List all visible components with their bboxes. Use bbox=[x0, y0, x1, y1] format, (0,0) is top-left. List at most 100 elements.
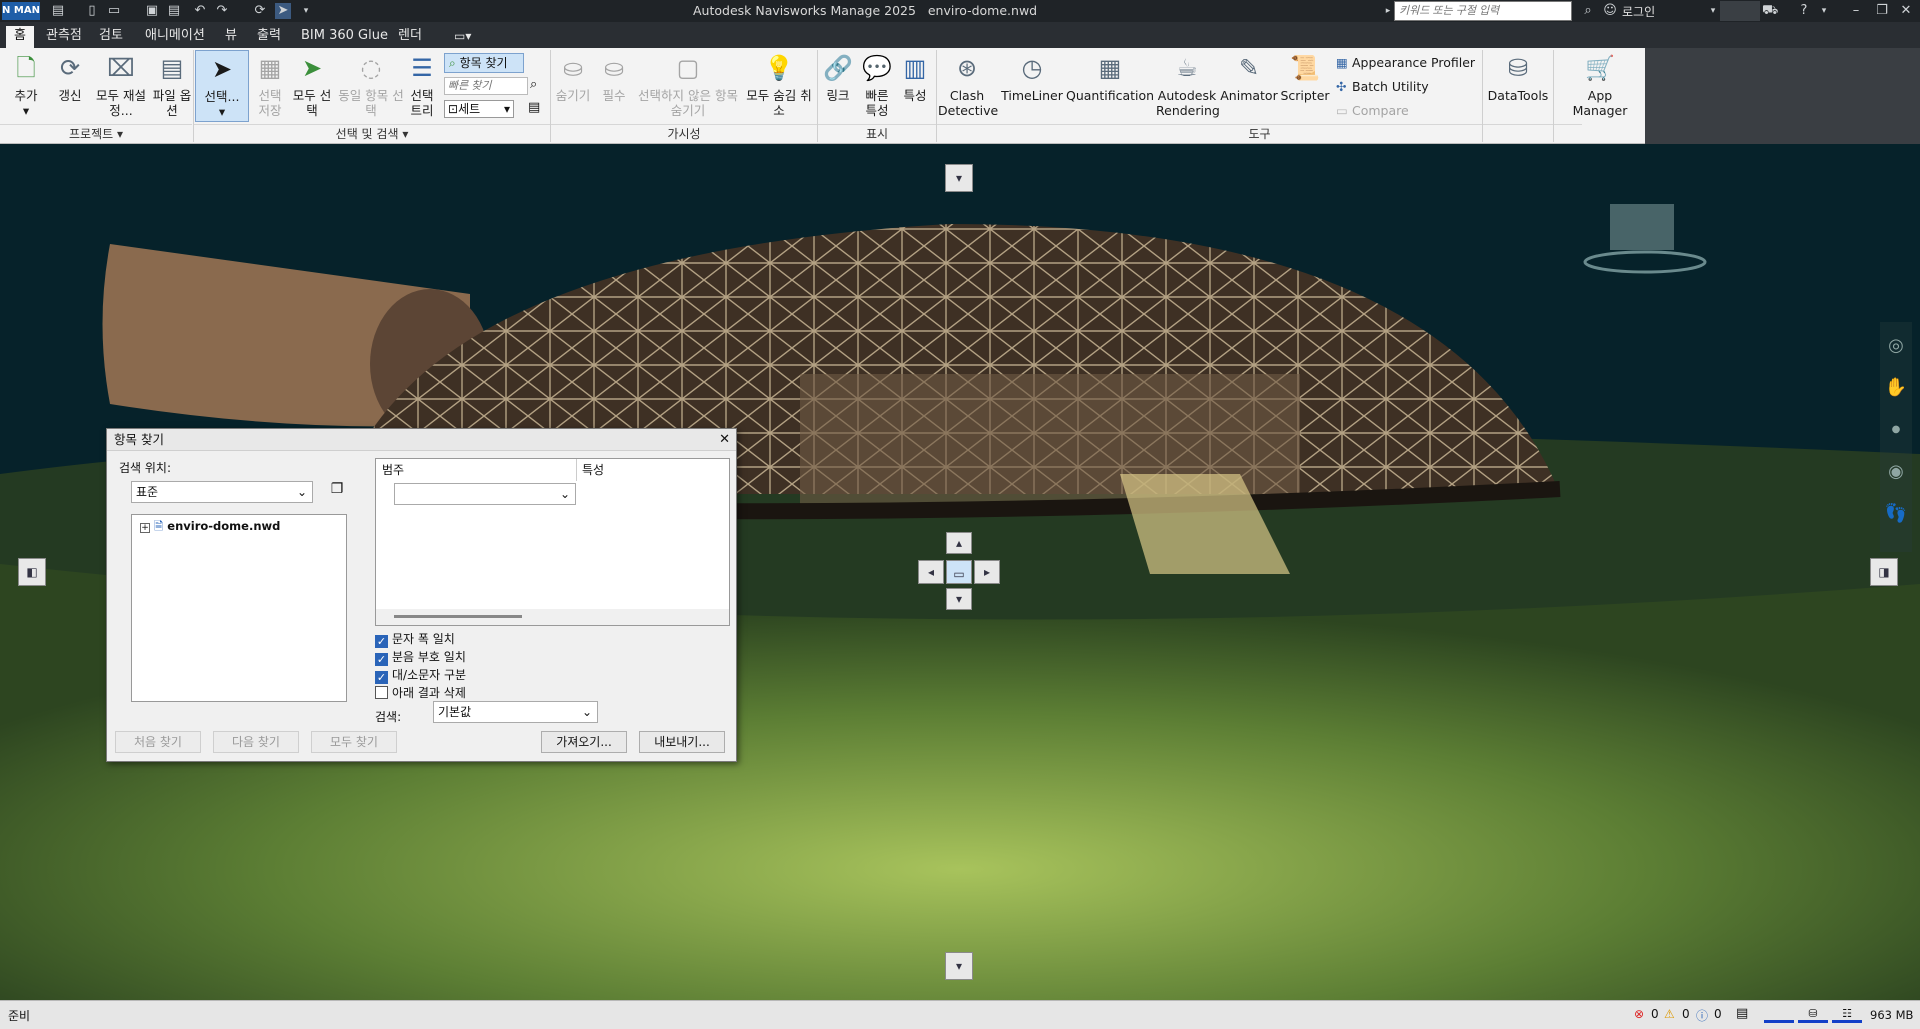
open-file-icon[interactable]: ▭ bbox=[106, 3, 122, 19]
import-button[interactable]: 가져오기... bbox=[541, 731, 627, 753]
find-all-button[interactable]: 모두 찾기 bbox=[311, 731, 397, 753]
help-search-input[interactable] bbox=[1394, 1, 1572, 21]
match-diacritics-checkbox[interactable]: ✓ 분음 부호 일치 bbox=[375, 649, 466, 666]
wheel-center[interactable]: ▭ bbox=[946, 560, 972, 584]
tab-bim360[interactable]: BIM 360 Glue bbox=[293, 26, 396, 48]
info-center-icon[interactable]: ▤ bbox=[50, 3, 66, 19]
wheel-down[interactable]: ▾ bbox=[946, 588, 972, 610]
binoculars-icon[interactable]: ⌕ bbox=[1580, 3, 1596, 19]
save-icon[interactable]: ▣ bbox=[144, 3, 160, 19]
chevron-down-icon[interactable]: ▾ bbox=[298, 3, 314, 19]
nav-down-arrow[interactable]: ▾ bbox=[945, 952, 973, 980]
minimize-icon[interactable]: – bbox=[1848, 3, 1864, 19]
nav-left-arrow[interactable]: ◧ bbox=[18, 558, 46, 586]
grid-scrollbar[interactable] bbox=[376, 609, 729, 625]
selection-tree-button[interactable]: ☰ 선택 트리 bbox=[408, 52, 436, 118]
appearance-profiler-button[interactable]: ▦ Appearance Profiler bbox=[1336, 54, 1475, 72]
sheet-browser-icon[interactable]: ▤ bbox=[1736, 1006, 1748, 1021]
pan-icon[interactable]: ✋ bbox=[1882, 374, 1910, 402]
category-dropdown[interactable]: ⌄ bbox=[394, 483, 576, 505]
export-button[interactable]: 내보내기... bbox=[639, 731, 725, 753]
quick-find-input[interactable] bbox=[444, 77, 528, 95]
sets-dropdown[interactable]: ⊡세트 ▾ bbox=[444, 100, 514, 118]
location-tree[interactable]: + 🗎 enviro-dome.nwd bbox=[131, 514, 347, 702]
refresh-icon[interactable]: ⟳ bbox=[252, 3, 268, 19]
redo-icon[interactable]: ↷ bbox=[214, 3, 230, 19]
restore-icon[interactable]: ❐ bbox=[1874, 3, 1890, 19]
location-select[interactable]: 표준 ⌄ bbox=[131, 481, 313, 503]
compare-button[interactable]: ▭ Compare bbox=[1336, 102, 1409, 120]
walk-icon[interactable]: 👣 bbox=[1882, 500, 1910, 528]
unhide-all-button[interactable]: 💡 모두 숨김 취소 bbox=[744, 52, 814, 118]
print-icon[interactable]: ▤ bbox=[166, 3, 182, 19]
select-cursor-icon[interactable]: ➤ bbox=[275, 3, 291, 19]
search-mode-select[interactable]: 기본값 ⌄ bbox=[433, 701, 598, 723]
find-first-button[interactable]: 처음 찾기 bbox=[115, 731, 201, 753]
orbit-icon[interactable]: ◉ bbox=[1882, 458, 1910, 486]
batch-utility-button[interactable]: ✣ Batch Utility bbox=[1336, 78, 1429, 96]
hide-button[interactable]: ⛀ 숨기기 bbox=[553, 52, 593, 103]
chevron-down-icon[interactable]: ▾ bbox=[1816, 3, 1832, 19]
chevron-down-icon[interactable]: ▾ bbox=[1705, 3, 1721, 19]
save-selection-button[interactable]: ▦ 선택 저장 bbox=[252, 52, 288, 118]
tab-review[interactable]: 검토 bbox=[91, 26, 131, 48]
help-icon[interactable]: ? bbox=[1796, 3, 1812, 19]
quick-find-icon[interactable]: ⌕ bbox=[530, 77, 537, 92]
location-options-icon[interactable]: ❐ bbox=[327, 481, 347, 501]
links-button[interactable]: 🔗 링크 bbox=[820, 52, 856, 103]
user-icon[interactable]: ☺ bbox=[1602, 3, 1618, 19]
scripter-button[interactable]: 📜 Scripter bbox=[1280, 52, 1330, 103]
login-link[interactable]: 로그인 bbox=[1622, 3, 1655, 20]
refresh-button[interactable]: ⟳ 갱신 bbox=[50, 52, 90, 103]
warning-icon[interactable]: ⚠ bbox=[1664, 1007, 1675, 1021]
nav-right-arrow[interactable]: ◨ bbox=[1870, 558, 1898, 586]
camera-dropdown-icon[interactable]: ▭▾ bbox=[446, 26, 479, 48]
select-button[interactable]: ➤ 선택... ▾ bbox=[195, 50, 249, 122]
tab-output[interactable]: 출력 bbox=[249, 26, 289, 48]
app-badge[interactable]: N MAN bbox=[2, 2, 40, 20]
properties-button[interactable]: ▥ 특성 bbox=[898, 52, 932, 103]
file-options-button[interactable]: ▤ 파일 옵션 bbox=[152, 52, 192, 118]
autodesk-rendering-button[interactable]: ☕ Autodesk Rendering bbox=[1156, 52, 1220, 118]
quick-properties-button[interactable]: 💬 빠른 특성 bbox=[858, 52, 896, 118]
match-case-checkbox[interactable]: ✓ 대/소문자 구분 bbox=[375, 667, 466, 684]
datatools-button[interactable]: ⛁ DataTools bbox=[1486, 52, 1550, 103]
tab-home[interactable]: 홈 bbox=[6, 26, 34, 48]
find-next-button[interactable]: 다음 찾기 bbox=[213, 731, 299, 753]
criteria-grid[interactable]: 범주 특성 ⌄ bbox=[375, 458, 730, 626]
new-file-icon[interactable]: ▯ bbox=[84, 3, 100, 19]
steering-wheel-icon[interactable]: ◎ bbox=[1882, 332, 1910, 360]
undo-icon[interactable]: ↶ bbox=[192, 3, 208, 19]
clash-detective-button[interactable]: ⊛ Clash Detective bbox=[938, 52, 998, 118]
wheel-up[interactable]: ▴ bbox=[946, 532, 972, 554]
quantification-button[interactable]: ▦ Quantification bbox=[1066, 52, 1154, 103]
timeliner-button[interactable]: ◷ TimeLiner bbox=[1000, 52, 1064, 103]
close-icon[interactable]: ✕ bbox=[1898, 3, 1914, 19]
animator-button[interactable]: ✎ Animator bbox=[1220, 52, 1278, 103]
require-button[interactable]: ⛀ 필수 bbox=[596, 52, 632, 103]
append-button[interactable]: 🗋 추가 ▾ bbox=[6, 52, 46, 118]
reset-all-button[interactable]: ⌧ 모두 재설정... bbox=[94, 52, 148, 118]
wheel-left[interactable]: ◂ bbox=[918, 560, 944, 584]
tab-animation[interactable]: 애니메이션 bbox=[137, 26, 213, 48]
tab-view[interactable]: 뷰 bbox=[217, 26, 245, 48]
panel-select-label[interactable]: 선택 및 검색 ▾ bbox=[194, 124, 550, 142]
tab-render[interactable]: 렌더 bbox=[390, 26, 430, 48]
prune-below-checkbox[interactable]: 아래 결과 삭제 bbox=[375, 685, 466, 701]
manage-sets-icon[interactable]: ▤ bbox=[528, 100, 540, 115]
navigation-wheel[interactable]: ▴ ◂ ▭ ▸ ▾ bbox=[918, 532, 1002, 616]
tab-viewpoint[interactable]: 관측점 bbox=[38, 26, 90, 48]
info-icon[interactable]: ⓘ bbox=[1696, 1007, 1708, 1024]
app-manager-button[interactable]: 🛒 App Manager bbox=[1560, 52, 1640, 118]
tree-item[interactable]: + 🗎 enviro-dome.nwd bbox=[140, 519, 280, 533]
hide-unselected-button[interactable]: ▢ 선택하지 않은 항목 숨기기 bbox=[635, 52, 741, 118]
close-icon[interactable]: ✕ bbox=[719, 429, 730, 451]
zoom-icon[interactable]: ● bbox=[1882, 416, 1910, 444]
select-all-button[interactable]: ➤ 모두 선택 bbox=[292, 52, 332, 118]
nav-up-arrow[interactable]: ▾ bbox=[945, 164, 973, 192]
find-items-button[interactable]: ⌕ 항목 찾기 bbox=[444, 53, 524, 73]
error-icon[interactable]: ⊗ bbox=[1634, 1007, 1644, 1021]
select-same-button[interactable]: ◌ 동일 항목 선택 bbox=[336, 52, 406, 118]
match-width-checkbox[interactable]: ✓ 문자 폭 일치 bbox=[375, 631, 455, 648]
wheel-right[interactable]: ▸ bbox=[974, 560, 1000, 584]
